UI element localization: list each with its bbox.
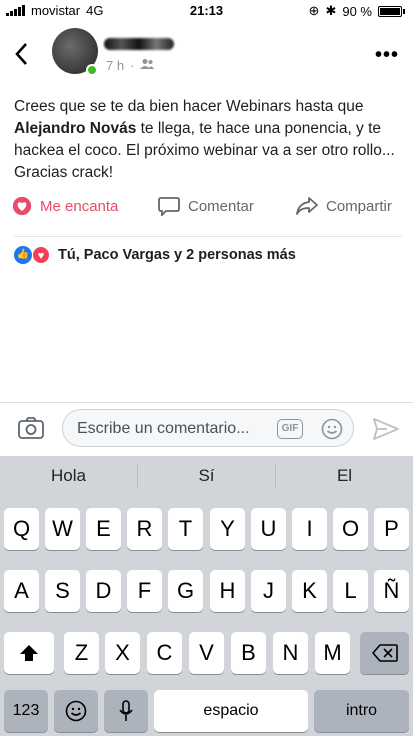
key-row-1: Q W E R T Y U I O P: [0, 508, 413, 552]
key[interactable]: T: [168, 508, 203, 550]
key[interactable]: R: [127, 508, 162, 550]
key[interactable]: B: [231, 632, 266, 674]
alarm-icon: ⊕: [308, 3, 320, 18]
battery-icon: [378, 5, 402, 17]
suggestion[interactable]: Hola: [0, 456, 137, 496]
microphone-icon: [119, 700, 133, 721]
key[interactable]: L: [333, 570, 368, 612]
share-icon: [296, 197, 318, 215]
key[interactable]: S: [45, 570, 80, 612]
author-name-redacted[interactable]: [104, 38, 174, 50]
love-label: Me encanta: [40, 197, 119, 215]
numbers-key[interactable]: 123: [4, 690, 48, 732]
key[interactable]: H: [210, 570, 245, 612]
post-actions: Me encanta Comentar Compartir: [0, 196, 413, 226]
key[interactable]: A: [4, 570, 39, 612]
battery-percent: 90 %: [342, 3, 372, 19]
key[interactable]: Z: [64, 632, 99, 674]
return-key[interactable]: intro: [314, 690, 409, 732]
key[interactable]: Y: [210, 508, 245, 550]
more-options-icon[interactable]: •••: [375, 44, 399, 67]
key[interactable]: C: [147, 632, 182, 674]
reaction-summary[interactable]: 👍 ♥ Tú, Paco Vargas y 2 personas más: [14, 246, 296, 264]
emoji-icon: [65, 700, 87, 722]
heart-icon: [12, 196, 32, 216]
friends-privacy-icon: [140, 58, 155, 73]
dot-separator: ·: [130, 58, 135, 73]
key[interactable]: E: [86, 508, 121, 550]
key[interactable]: M: [315, 632, 350, 674]
mention-link[interactable]: Alejandro Novás: [14, 120, 136, 137]
post-time: 7 h: [106, 58, 125, 73]
keyboard: Hola Sí El Q W E R T Y U I O P A S D F G…: [0, 456, 413, 736]
key-row-3: Z X C V B N M: [0, 632, 413, 676]
key[interactable]: G: [168, 570, 203, 612]
suggestion[interactable]: Sí: [138, 456, 275, 496]
post-body: Crees que se te da bien hacer Webinars h…: [14, 96, 404, 184]
emoji-key[interactable]: [54, 690, 98, 732]
key[interactable]: X: [105, 632, 140, 674]
backspace-key[interactable]: [360, 632, 409, 674]
dictation-key[interactable]: [104, 690, 148, 732]
suggestion[interactable]: El: [276, 456, 413, 496]
love-reaction-icon: ♥: [32, 246, 50, 264]
emoji-icon[interactable]: [321, 418, 343, 445]
like-reaction-icon: 👍: [14, 246, 32, 264]
reaction-summary-text: Tú, Paco Vargas y 2 personas más: [58, 247, 296, 263]
key[interactable]: J: [251, 570, 286, 612]
key[interactable]: V: [189, 632, 224, 674]
post-header: 7 h · •••: [0, 22, 413, 94]
key[interactable]: Ñ: [374, 570, 409, 612]
bluetooth-icon: ✱: [325, 3, 337, 18]
gif-icon[interactable]: GIF: [277, 419, 303, 439]
comment-icon: [158, 197, 180, 216]
key-row-4: 123 espacio intro: [0, 690, 413, 734]
backspace-icon: [371, 644, 398, 662]
send-icon[interactable]: [373, 418, 399, 445]
space-key[interactable]: espacio: [154, 690, 308, 732]
key[interactable]: U: [251, 508, 286, 550]
key[interactable]: F: [127, 570, 162, 612]
status-bar: movistar 4G 21:13 ⊕ ✱ 90 %: [0, 0, 413, 22]
comment-placeholder: Escribe un comentario...: [77, 420, 250, 437]
online-status-icon: [86, 64, 98, 76]
key[interactable]: P: [374, 508, 409, 550]
share-label: Compartir: [326, 197, 392, 215]
key[interactable]: N: [273, 632, 308, 674]
comment-composer: Escribe un comentario... GIF: [0, 402, 413, 456]
share-button[interactable]: Compartir: [296, 196, 392, 216]
key[interactable]: D: [86, 570, 121, 612]
shift-icon: [20, 645, 38, 661]
suggestion-bar: Hola Sí El: [0, 456, 413, 496]
shift-key[interactable]: [4, 632, 54, 674]
back-icon[interactable]: [14, 42, 28, 73]
key[interactable]: O: [333, 508, 368, 550]
key-row-2: A S D F G H J K L Ñ: [0, 570, 413, 614]
key[interactable]: K: [292, 570, 327, 612]
comment-button[interactable]: Comentar: [158, 196, 254, 216]
divider: [14, 236, 402, 237]
camera-icon[interactable]: [18, 417, 44, 444]
key[interactable]: I: [292, 508, 327, 550]
comment-input[interactable]: Escribe un comentario... GIF: [62, 409, 354, 447]
love-button[interactable]: Me encanta: [12, 196, 118, 216]
key[interactable]: Q: [4, 508, 39, 550]
comment-label: Comentar: [188, 197, 254, 215]
key[interactable]: W: [45, 508, 80, 550]
post-text-start: Crees que se te da bien hacer Webinars h…: [14, 98, 364, 115]
